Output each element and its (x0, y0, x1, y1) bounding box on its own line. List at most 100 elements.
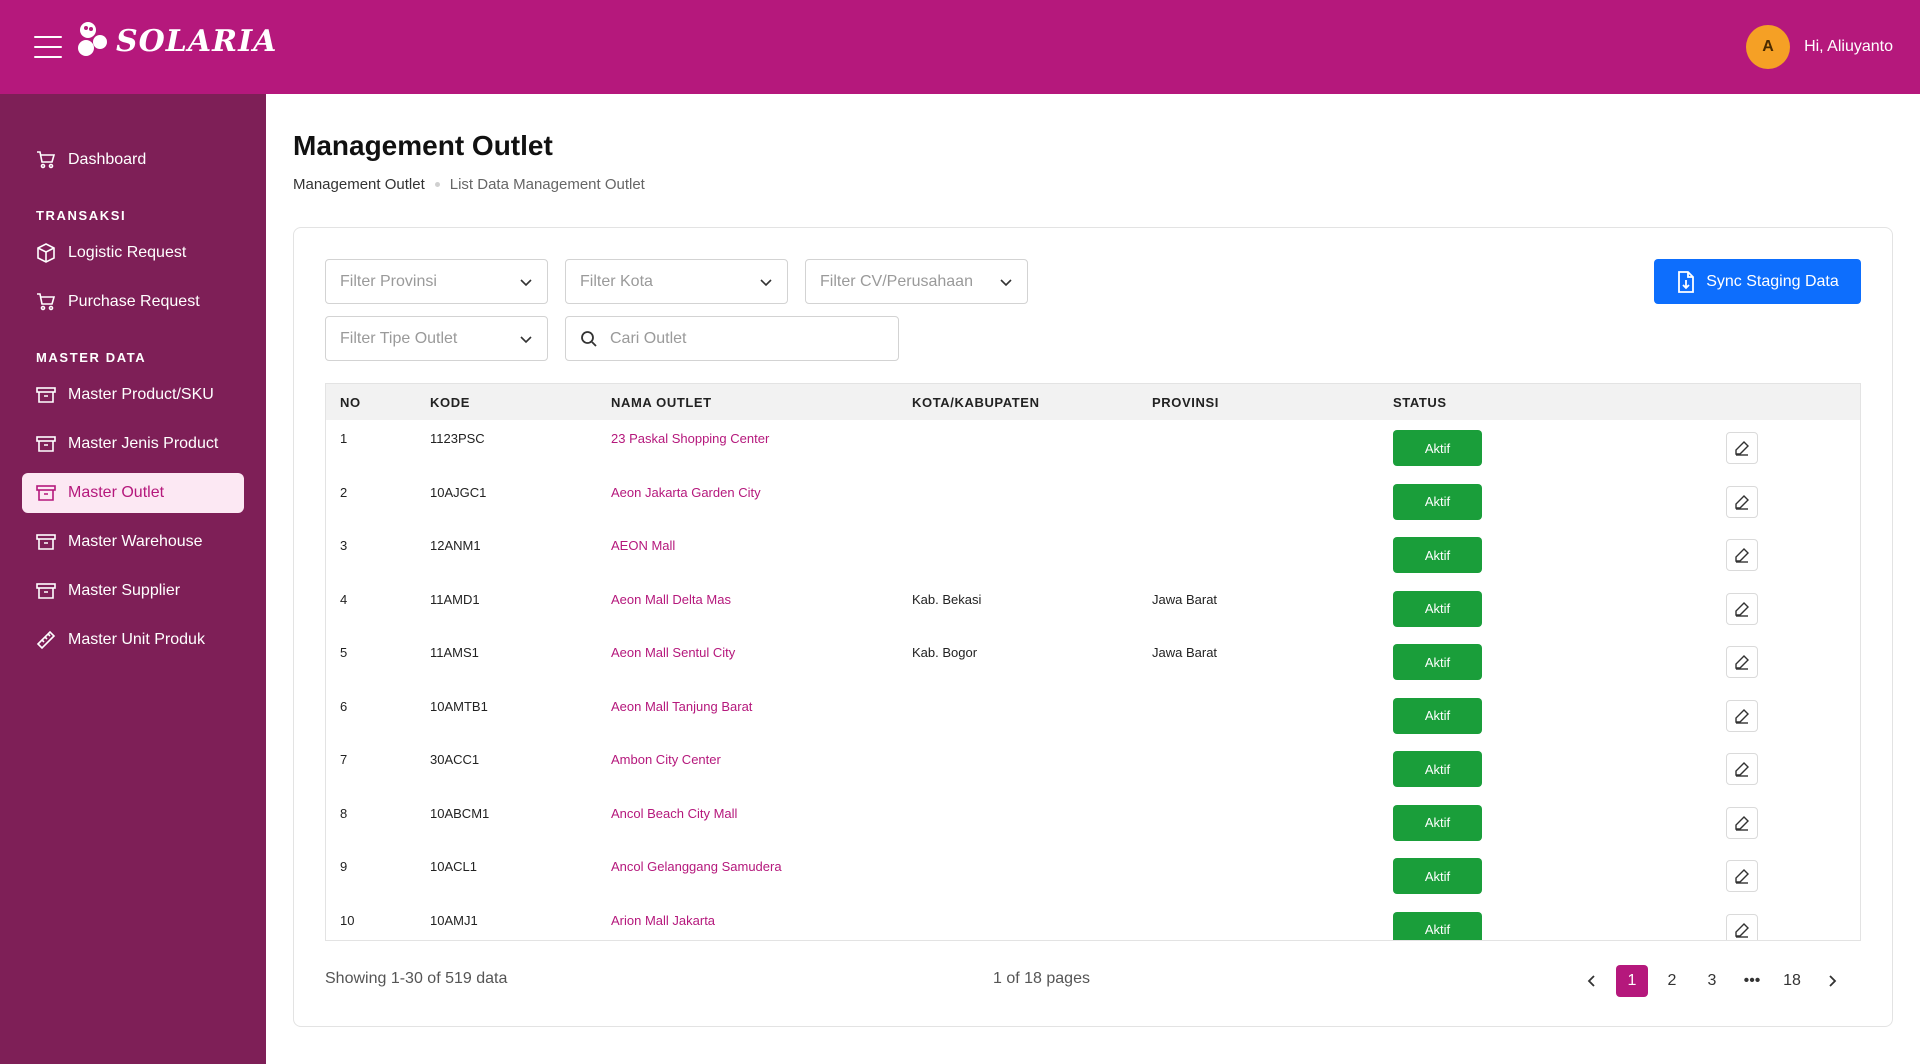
prev-page-button[interactable] (1572, 965, 1612, 997)
archive-icon (36, 434, 56, 454)
edit-icon (1734, 654, 1750, 670)
sidebar-item-logistic-request[interactable]: Logistic Request (22, 233, 244, 273)
edit-icon (1734, 547, 1750, 563)
cell-nama-outlet-link[interactable]: Arion Mall Jakarta (611, 913, 715, 928)
status-badge: Aktif (1393, 537, 1482, 573)
user-menu[interactable]: A Hi, Aliuyanto (1746, 25, 1893, 69)
archive-icon (36, 483, 56, 503)
table-row: 8 10ABCM1 Ancol Beach City Mall Aktif (326, 795, 1860, 849)
edit-button[interactable] (1726, 753, 1758, 785)
cell-no: 3 (340, 538, 348, 553)
table-row: 5 11AMS1 Aeon Mall Sentul City Kab. Bogor Ja… (326, 634, 1860, 688)
cell-nama-outlet-link[interactable]: Aeon Mall Delta Mas (611, 592, 731, 607)
ruler-icon (36, 630, 56, 650)
archive-icon (36, 532, 56, 552)
pages-info: 1 of 18 pages (993, 970, 1090, 987)
table-row: 1 1123PSC 23 Paskal Shopping Center Aktif (326, 420, 1860, 474)
page-button[interactable]: 18 (1772, 965, 1812, 997)
cell-nama-outlet-link[interactable]: Aeon Jakarta Garden City (611, 485, 761, 500)
status-badge: Aktif (1393, 751, 1482, 787)
cell-nama-outlet-link[interactable]: AEON Mall (611, 538, 675, 553)
edit-icon (1734, 761, 1750, 777)
filter-tipe-label: Filter Tipe Outlet (340, 329, 458, 347)
file-download-icon (1678, 270, 1695, 293)
sidebar-item-master-warehouse[interactable]: Master Warehouse (22, 522, 244, 562)
edit-button[interactable] (1726, 806, 1758, 839)
search-outlet-field[interactable] (565, 316, 899, 361)
cell-no: 9 (340, 859, 348, 874)
table-row: 7 30ACC1 Ambon City Center Aktif (326, 741, 1860, 795)
page-button[interactable]: 1 (1616, 965, 1648, 997)
sidebar-item-label: Master Outlet (68, 484, 165, 501)
filter-kota-label: Filter Kota (580, 272, 653, 290)
breadcrumb-root[interactable]: Management Outlet (293, 176, 425, 193)
cart-icon (36, 292, 56, 312)
edit-button[interactable] (1726, 432, 1758, 464)
cell-nama-outlet-link[interactable]: Aeon Mall Sentul City (611, 645, 735, 660)
cell-no: 5 (340, 645, 348, 660)
page-button[interactable]: 2 (1652, 965, 1692, 997)
filter-cv-select[interactable]: Filter CV/Perusahaan (805, 259, 1028, 304)
status-badge: Aktif (1393, 590, 1482, 627)
search-input[interactable] (610, 329, 860, 348)
edit-button[interactable] (1726, 913, 1758, 940)
edit-icon (1734, 922, 1750, 938)
sync-staging-data-button[interactable]: Sync Staging Data (1654, 259, 1861, 304)
breadcrumb-separator (434, 182, 440, 187)
cell-kode: 10AJGC1 (430, 484, 487, 500)
edit-icon (1734, 815, 1750, 831)
chevron-right-icon (1829, 975, 1837, 987)
brand-logo[interactable]: SOLARIA (74, 18, 277, 64)
sidebar-item-master-product[interactable]: Master Product/SKU (22, 375, 244, 415)
cell-nama-outlet-link[interactable]: Ambon City Center (611, 752, 721, 767)
sidebar-item-master-outlet[interactable]: Master Outlet (22, 473, 244, 513)
menu-icon[interactable] (34, 36, 62, 58)
sidebar-item-master-supplier[interactable]: Master Supplier (22, 571, 244, 611)
sidebar-item-label: Master Unit Produk (68, 631, 205, 648)
sidebar-item-label: Master Warehouse (68, 533, 203, 550)
sidebar-item-dashboard[interactable]: Dashboard (22, 140, 244, 180)
status-badge: Aktif (1393, 483, 1482, 520)
edit-button[interactable] (1726, 485, 1758, 518)
cell-nama-outlet-link[interactable]: 23 Paskal Shopping Center (611, 431, 769, 446)
cell-no: 10 (340, 912, 355, 928)
cell-kode: 1123PSC (430, 431, 485, 446)
cell-nama-outlet-link[interactable]: Ancol Beach City Mall (611, 806, 737, 821)
filter-tipe-outlet-select[interactable]: Filter Tipe Outlet (325, 316, 548, 361)
sidebar-item-master-unit-produk[interactable]: Master Unit Produk (22, 620, 244, 660)
status-badge: Aktif (1393, 430, 1482, 466)
archive-icon (36, 581, 56, 601)
cell-no: 8 (340, 805, 348, 821)
status-badge: Aktif (1393, 911, 1482, 940)
cell-no: 4 (340, 591, 348, 607)
pagination: 1 2 3 ••• 18 (1572, 965, 1852, 997)
chevron-down-icon (760, 278, 772, 286)
filter-kota-select[interactable]: Filter Kota (565, 259, 788, 304)
top-header: SOLARIA A Hi, Aliuyanto (0, 0, 1920, 94)
edit-button[interactable] (1726, 699, 1758, 732)
table-header: NO KODE NAMA OUTLET KOTA/KABUPATEN PROVI… (326, 384, 1860, 420)
avatar[interactable]: A (1746, 25, 1791, 69)
edit-icon (1734, 868, 1750, 884)
showing-count: Showing 1-30 of 519 data (325, 970, 508, 987)
cell-no: 1 (340, 431, 348, 446)
filter-provinsi-select[interactable]: Filter Provinsi (325, 259, 548, 304)
chevron-down-icon (520, 335, 532, 343)
sidebar: Dashboard TRANSAKSI Logistic Request Pur… (0, 94, 266, 1064)
cell-nama-outlet-link[interactable]: Aeon Mall Tanjung Barat (611, 699, 752, 714)
sidebar-item-purchase-request[interactable]: Purchase Request (22, 282, 244, 322)
next-page-button[interactable] (1812, 965, 1852, 997)
chevron-down-icon (520, 278, 532, 286)
edit-button[interactable] (1726, 860, 1758, 892)
column-header-kota: KOTA/KABUPATEN (912, 395, 1040, 410)
solaria-logo-icon (78, 22, 107, 56)
table-row: 2 10AJGC1 Aeon Jakarta Garden City Aktif (326, 474, 1860, 528)
edit-button[interactable] (1726, 539, 1758, 571)
edit-button[interactable] (1726, 646, 1758, 678)
sidebar-item-master-jenis-product[interactable]: Master Jenis Product (22, 424, 244, 464)
cell-kode: 10AMJ1 (430, 912, 478, 928)
cell-nama-outlet-link[interactable]: Ancol Gelanggang Samudera (611, 859, 782, 874)
page-button[interactable]: 3 (1692, 965, 1732, 997)
archive-icon (36, 385, 56, 405)
edit-button[interactable] (1726, 592, 1758, 625)
